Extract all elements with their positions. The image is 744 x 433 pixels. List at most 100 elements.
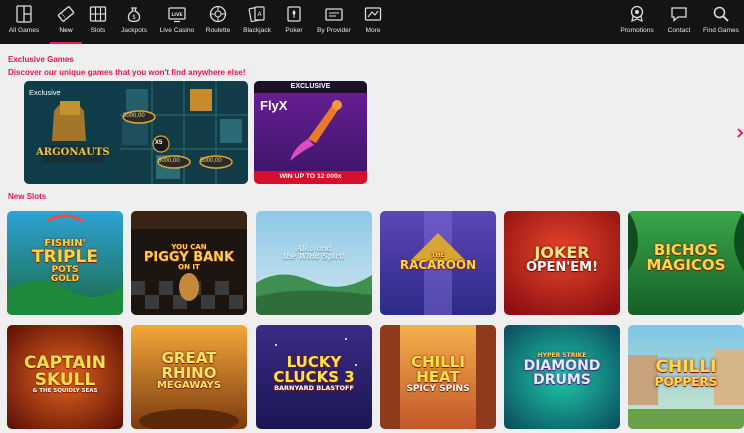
title-line: MÁGICOS: [646, 256, 726, 274]
title-line: GOLD: [50, 274, 80, 284]
game-logo-text: FlyX: [260, 98, 288, 113]
title-line: RHINO: [161, 364, 217, 382]
nav-roulette[interactable]: Roulette: [202, 0, 234, 44]
exclusive-games-subtitle: Discover our unique games that you won't…: [8, 68, 246, 77]
nav-promotions[interactable]: Promotions: [618, 0, 656, 44]
live-icon: LIVE: [168, 7, 186, 23]
nav-label: More: [365, 27, 381, 34]
nav-label: By Provider: [316, 27, 352, 34]
nav-label: Contact: [667, 27, 691, 34]
nav-label: Jackpots: [120, 27, 148, 34]
svg-text:LIVE: LIVE: [171, 12, 182, 18]
title-line: RACAROON: [399, 258, 477, 272]
poker-icon: [287, 6, 301, 22]
money-bag-icon: $: [127, 7, 141, 23]
game-logo-text: ARGONAUTS: [36, 147, 110, 158]
title-line: the Wind Spirit: [283, 252, 345, 261]
nav-label: Find Games: [703, 27, 739, 34]
roulette-icon: [209, 5, 227, 23]
title-line: CHILLI: [655, 357, 717, 377]
nav-label: Live Casino: [159, 27, 195, 34]
cards-icon: A: [248, 6, 265, 23]
active-tab-indicator: [50, 42, 82, 44]
ticket-icon: [57, 6, 75, 22]
game-tile[interactable]: HYPER STRIKE DIAMOND DRUMS: [504, 325, 620, 429]
game-artwork: [254, 81, 367, 184]
game-title: CHILLI HEAT SPICY SPINS: [380, 355, 496, 394]
title-line: HEAT: [416, 368, 460, 386]
game-tile[interactable]: Aiko and the Wind Spirit: [256, 211, 372, 315]
chevron-right-icon[interactable]: [736, 128, 744, 138]
game-title: Aiko and the Wind Spirit: [256, 245, 372, 261]
nav-jackpots[interactable]: $ Jackpots: [116, 0, 152, 44]
exclusive-tag: Exclusive: [29, 88, 61, 97]
nav-contact[interactable]: Contact: [663, 0, 695, 44]
nav-blackjack[interactable]: A Blackjack: [239, 0, 275, 44]
game-tile-flyx[interactable]: EXCLUSIVE FlyX WIN UP TO 12 000x: [254, 81, 367, 184]
reel-value: 3000,00: [123, 113, 145, 119]
search-icon: [713, 6, 729, 22]
nav-label: New: [59, 27, 73, 34]
game-title: THE RACAROON: [380, 253, 496, 272]
exclusive-banner: EXCLUSIVE: [290, 83, 331, 90]
game-tile-argonauts[interactable]: Exclusive ARGONAUTS 3000,00 5000,00 5000…: [24, 81, 248, 184]
new-slots-heading: New Slots: [8, 192, 47, 201]
nav-new[interactable]: New: [50, 0, 82, 44]
game-tile[interactable]: BICHOS MÁGICOS: [628, 211, 744, 315]
nav-label: Slots: [90, 27, 106, 34]
game-title: CAPTAIN SKULL & THE SQUIDLY SEAS: [7, 355, 123, 395]
slots-icon: [89, 6, 107, 22]
multiplier-badge: X5: [155, 140, 163, 146]
game-title: FISHIN' TRIPLE POTS GOLD: [7, 239, 123, 284]
game-title: GREAT RHINO MEGAWAYS: [131, 351, 247, 391]
nav-label: Promotions: [620, 27, 654, 34]
title-line: SPICY SPINS: [406, 384, 470, 394]
nav-label: All Games: [8, 27, 40, 34]
game-tile[interactable]: CAPTAIN SKULL & THE SQUIDLY SEAS: [7, 325, 123, 429]
nav-label: Roulette: [205, 27, 231, 34]
win-banner: WIN UP TO 12 000x: [279, 173, 342, 180]
game-tile[interactable]: CHILLI POPPERS: [628, 325, 744, 429]
game-tile[interactable]: LUCKY CLUCKS 3 BARNYARD BLASTOFF: [256, 325, 372, 429]
exclusive-games-heading: Exclusive Games: [8, 55, 74, 64]
game-tile[interactable]: YOU CAN PIGGY BANK ON IT: [131, 211, 247, 315]
title-line: SKULL: [34, 370, 96, 390]
nav-more[interactable]: More: [360, 0, 386, 44]
reel-value: 5000,00: [158, 158, 180, 164]
game-tile[interactable]: GREAT RHINO MEGAWAYS: [131, 325, 247, 429]
game-tile[interactable]: THE RACAROON: [380, 211, 496, 315]
provider-icon: [325, 8, 343, 21]
top-navigation: All Games New Slots $ Jackpots LIVE Live…: [0, 0, 744, 44]
nav-live-casino[interactable]: LIVE Live Casino: [157, 0, 197, 44]
game-tile[interactable]: FISHIN' TRIPLE POTS GOLD: [7, 211, 123, 315]
more-icon: [364, 7, 382, 21]
title-line: DIAMOND: [523, 358, 601, 374]
title-line: OPEN'EM!: [525, 260, 599, 275]
game-title: HYPER STRIKE DIAMOND DRUMS: [504, 353, 620, 388]
nav-by-provider[interactable]: By Provider: [313, 0, 355, 44]
chat-icon: [671, 7, 687, 22]
title-line: POPPERS: [654, 375, 718, 389]
title-line: DRUMS: [533, 372, 591, 388]
nav-slots[interactable]: Slots: [84, 0, 112, 44]
game-tile[interactable]: JOKER OPEN'EM!: [504, 211, 620, 315]
title-line: & THE SQUIDLY SEAS: [32, 388, 98, 394]
reel-value: 5000,00: [200, 158, 222, 164]
game-title: BICHOS MÁGICOS: [628, 243, 744, 273]
nav-all-games[interactable]: All Games: [2, 0, 46, 44]
game-artwork: [256, 211, 372, 315]
nav-label: Poker: [285, 27, 303, 34]
nav-label: Blackjack: [243, 27, 271, 34]
title-line: CLUCKS 3: [273, 368, 355, 386]
title-line: JOKER: [534, 243, 590, 262]
game-title: CHILLI POPPERS: [628, 357, 744, 389]
svg-text:$: $: [132, 14, 136, 21]
nav-find-games[interactable]: Find Games: [701, 0, 741, 44]
title-line: ON IT: [178, 263, 200, 271]
nav-poker[interactable]: Poker: [281, 0, 307, 44]
game-title: JOKER OPEN'EM!: [504, 243, 620, 275]
game-tile[interactable]: CHILLI HEAT SPICY SPINS: [380, 325, 496, 429]
title-line: TRIPLE: [32, 247, 98, 267]
game-title: LUCKY CLUCKS 3 BARNYARD BLASTOFF: [256, 355, 372, 392]
gift-icon: [630, 5, 644, 22]
